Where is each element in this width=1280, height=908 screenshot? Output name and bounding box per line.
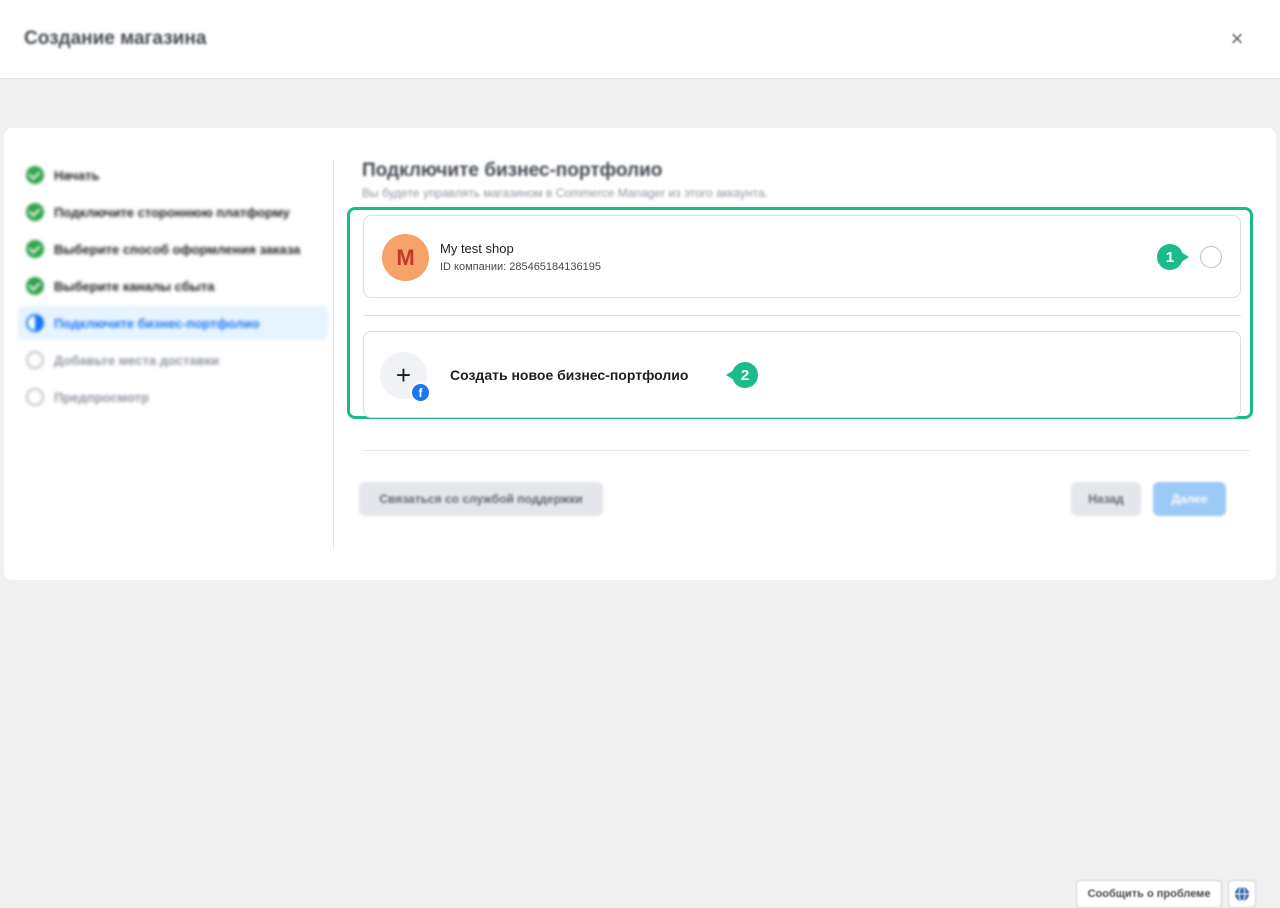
- create-portfolio-option[interactable]: + f Создать новое бизнес-портфолио 2: [363, 331, 1241, 418]
- check-circle-icon: [26, 277, 44, 295]
- step-label: Подключите бизнес-портфолио: [54, 315, 260, 331]
- step-preview: Предпросмотр: [18, 380, 328, 414]
- section-title: Подключите бизнес-портфолио: [362, 160, 663, 181]
- step-business-portfolio[interactable]: Подключите бизнес-портфолио: [18, 306, 328, 340]
- horizontal-divider: [362, 450, 1250, 451]
- half-circle-icon: [26, 314, 44, 332]
- step-label: Добавьте места доставки: [54, 352, 220, 368]
- step-label: Начать: [54, 167, 100, 183]
- check-circle-icon: [26, 166, 44, 184]
- top-bar: Создание магазина ×: [0, 0, 1280, 79]
- create-portfolio-label: Создать новое бизнес-портфолио: [450, 367, 689, 383]
- company-id: ID компании: 285465184136195: [440, 261, 601, 273]
- step-label: Выберите способ оформления заказа: [54, 241, 301, 257]
- step-connect-platform[interactable]: Подключите стороннюю платформу: [18, 195, 328, 229]
- step-label: Предпросмотр: [54, 389, 149, 405]
- globe-icon[interactable]: [1228, 880, 1256, 908]
- step-shipping: Добавьте места доставки: [18, 343, 328, 377]
- check-circle-icon: [26, 203, 44, 221]
- step-label: Подключите стороннюю платформу: [54, 204, 290, 220]
- empty-circle-icon: [26, 351, 44, 369]
- section-subtitle: Вы будете управлять магазином в Commerce…: [362, 186, 768, 200]
- account-name: My test shop: [440, 241, 514, 256]
- vertical-divider: [333, 160, 334, 550]
- next-button[interactable]: Далее: [1153, 482, 1226, 516]
- facebook-icon: f: [410, 382, 431, 403]
- avatar: M: [382, 234, 429, 281]
- wizard-card: Начать Подключите стороннюю платформу Вы…: [4, 128, 1276, 580]
- annotation-badge-1: 1: [1157, 244, 1189, 270]
- page-title: Создание магазина: [24, 28, 207, 49]
- account-radio[interactable]: [1200, 246, 1222, 268]
- option-separator: [363, 315, 1241, 316]
- section-header: Подключите бизнес-портфолио Вы будете уп…: [362, 160, 768, 200]
- report-problem-button[interactable]: Сообщить о проблеме: [1076, 880, 1222, 908]
- step-start[interactable]: Начать: [18, 158, 328, 192]
- close-icon[interactable]: ×: [1224, 26, 1250, 52]
- back-button[interactable]: Назад: [1071, 482, 1141, 516]
- empty-circle-icon: [26, 388, 44, 406]
- step-sales-channels[interactable]: Выберите каналы сбыта: [18, 269, 328, 303]
- contact-support-button[interactable]: Связаться со службой поддержки: [359, 482, 603, 516]
- annotation-badge-2: 2: [726, 362, 758, 388]
- account-option[interactable]: M My test shop ID компании: 285465184136…: [363, 215, 1241, 298]
- globe-icon-glyph: [1235, 886, 1249, 902]
- step-checkout-method[interactable]: Выберите способ оформления заказа: [18, 232, 328, 266]
- stepper: Начать Подключите стороннюю платформу Вы…: [18, 158, 328, 417]
- step-label: Выберите каналы сбыта: [54, 278, 215, 294]
- check-circle-icon: [26, 240, 44, 258]
